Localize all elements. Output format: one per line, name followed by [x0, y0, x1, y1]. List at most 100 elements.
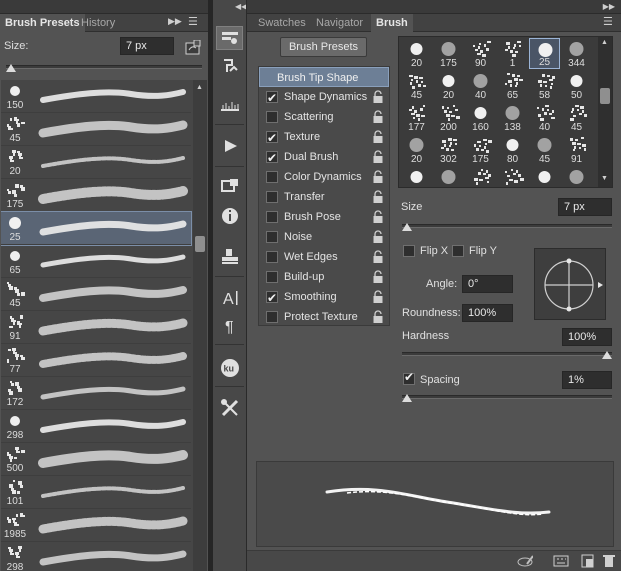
- option-checkbox[interactable]: [266, 211, 278, 223]
- preset-row[interactable]: 45: [1, 113, 191, 146]
- play-icon[interactable]: [216, 134, 243, 158]
- preset-list-scrollbar[interactable]: ▲: [193, 80, 207, 571]
- tip-size-field[interactable]: 7 px: [558, 198, 612, 216]
- brush-tip[interactable]: 138: [497, 102, 528, 133]
- option-checkbox[interactable]: [266, 191, 278, 203]
- brush-tip[interactable]: [401, 166, 432, 187]
- scroll-down-icon[interactable]: ▼: [601, 175, 608, 182]
- brush-tip[interactable]: 160: [465, 102, 496, 133]
- preset-row[interactable]: 1985: [1, 509, 191, 542]
- brush-tip[interactable]: 302: [433, 134, 464, 165]
- option-checkbox[interactable]: [266, 171, 278, 183]
- preset-row[interactable]: 20: [1, 146, 191, 179]
- option-checkbox[interactable]: [266, 271, 278, 283]
- option-smoothing[interactable]: Smoothing: [259, 287, 389, 308]
- lock-icon[interactable]: [372, 230, 384, 244]
- preset-row[interactable]: 500: [1, 443, 191, 476]
- preset-row[interactable]: 150: [1, 80, 191, 113]
- option-checkbox[interactable]: [266, 311, 278, 323]
- lock-icon[interactable]: [372, 90, 384, 104]
- panel-menu-icon[interactable]: ☰: [603, 15, 613, 28]
- option-checkbox[interactable]: [266, 128, 278, 148]
- brush-tip[interactable]: 40: [529, 102, 560, 133]
- brush-tip[interactable]: 175: [465, 134, 496, 165]
- preset-row[interactable]: 65: [1, 245, 191, 278]
- brush-tip[interactable]: [529, 166, 560, 187]
- tip-grid-scrollbar[interactable]: ▲ ▼: [598, 37, 612, 187]
- brush-tip[interactable]: 1: [497, 38, 528, 69]
- preset-row[interactable]: 77: [1, 344, 191, 377]
- option-checkbox[interactable]: [266, 231, 278, 243]
- spacing-slider[interactable]: [402, 394, 612, 402]
- hardness-slider-thumb[interactable]: [602, 351, 612, 359]
- brush-tip[interactable]: 20: [401, 38, 432, 69]
- lock-icon[interactable]: [372, 290, 384, 304]
- brush-tip[interactable]: 45: [529, 134, 560, 165]
- brush-tip[interactable]: 45: [401, 70, 432, 101]
- option-checkbox[interactable]: [266, 251, 278, 263]
- tools-icon[interactable]: [216, 396, 243, 420]
- brush-settings-icon[interactable]: [216, 26, 243, 50]
- brush-tip[interactable]: 200: [433, 102, 464, 133]
- scroll-up-icon[interactable]: ▲: [196, 84, 203, 91]
- option-brush-pose[interactable]: Brush Pose: [259, 207, 389, 227]
- scroll-thumb[interactable]: [195, 236, 205, 252]
- brush-tip[interactable]: 20: [401, 134, 432, 165]
- paragraph-icon[interactable]: ¶: [216, 314, 243, 338]
- brush-tip[interactable]: 175: [433, 38, 464, 69]
- lock-icon[interactable]: [372, 190, 384, 204]
- preset-row[interactable]: 175: [1, 179, 191, 212]
- brush-tip[interactable]: 90: [465, 38, 496, 69]
- brush-tip[interactable]: 91: [561, 134, 592, 165]
- character-icon[interactable]: A: [216, 286, 243, 310]
- angle-roundness-widget[interactable]: [534, 248, 606, 320]
- hardness-field[interactable]: 100%: [562, 328, 612, 346]
- toggle-live-tip-icon[interactable]: [517, 554, 533, 568]
- brush-tip[interactable]: [433, 166, 464, 187]
- brush-tip[interactable]: 80: [497, 134, 528, 165]
- panel-menu-icon[interactable]: ☰: [188, 15, 198, 28]
- brush-tip[interactable]: 50: [561, 70, 592, 101]
- create-new-brush-icon[interactable]: [580, 554, 596, 568]
- scroll-up-icon[interactable]: ▲: [601, 39, 608, 46]
- brush-tip[interactable]: 58: [529, 70, 560, 101]
- expand-panel-icon[interactable]: ▶▶: [168, 16, 182, 27]
- spacing-checkbox[interactable]: [403, 370, 415, 385]
- trash-icon[interactable]: [602, 554, 618, 568]
- brush-tip[interactable]: [561, 166, 592, 187]
- preset-row[interactable]: 91: [1, 311, 191, 344]
- option-color-dynamics[interactable]: Color Dynamics: [259, 167, 389, 187]
- tab-brush-presets[interactable]: Brush Presets: [0, 14, 85, 32]
- brush-tip[interactable]: 45: [561, 102, 592, 133]
- brush-tip[interactable]: 65: [497, 70, 528, 101]
- kuler-icon[interactable]: ku: [216, 356, 243, 380]
- spacing-field[interactable]: 1%: [562, 371, 612, 389]
- option-scattering[interactable]: Scattering: [259, 107, 389, 127]
- preset-size-field[interactable]: 7 px: [120, 37, 174, 55]
- preset-row[interactable]: 101: [1, 476, 191, 509]
- preset-size-slider[interactable]: [6, 64, 202, 72]
- spacing-slider-thumb[interactable]: [402, 394, 412, 402]
- option-protect-texture[interactable]: Protect Texture: [259, 307, 389, 327]
- collapse-panel-icon[interactable]: ▶▶: [603, 2, 615, 11]
- 3d-icon[interactable]: [216, 174, 243, 198]
- brush-presets-icon[interactable]: [216, 92, 243, 116]
- brush-grid-icon[interactable]: [553, 554, 569, 568]
- option-checkbox[interactable]: [266, 111, 278, 123]
- option-transfer[interactable]: Transfer: [259, 187, 389, 207]
- lock-icon[interactable]: [372, 110, 384, 124]
- lock-icon[interactable]: [372, 250, 384, 264]
- lock-icon[interactable]: [372, 210, 384, 224]
- tab-brush[interactable]: Brush: [371, 14, 413, 32]
- preset-row[interactable]: 172: [1, 377, 191, 410]
- option-noise[interactable]: Noise: [259, 227, 389, 247]
- brush-presets-button[interactable]: Brush Presets: [280, 37, 367, 57]
- brush-tip[interactable]: 177: [401, 102, 432, 133]
- lock-icon[interactable]: [372, 130, 384, 144]
- stamp-icon[interactable]: [216, 244, 243, 268]
- lock-icon[interactable]: [372, 150, 384, 164]
- option-checkbox[interactable]: [266, 88, 278, 108]
- lock-icon[interactable]: [372, 170, 384, 184]
- flip-x-checkbox[interactable]: [403, 245, 415, 257]
- option-shape-dynamics[interactable]: Shape Dynamics: [259, 87, 389, 108]
